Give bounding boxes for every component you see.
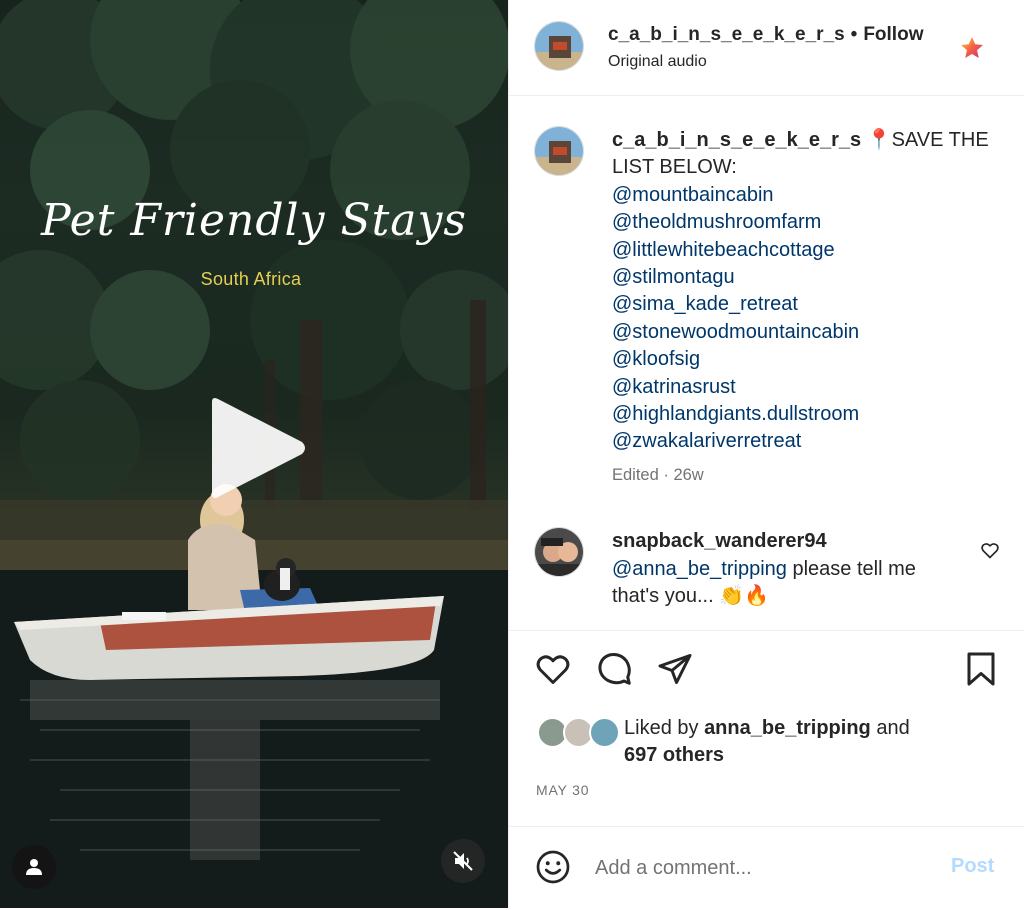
user-tag-icon	[26, 859, 42, 875]
bookmark-icon[interactable]	[963, 651, 999, 687]
caption-mention[interactable]: @mountbaincabin	[612, 182, 1007, 209]
mute-icon	[453, 851, 473, 871]
caption-meta: Edited · 26w	[612, 466, 704, 484]
header-username-line: c_a_b_i_n_s_e_e_k_e_r_s • Follow	[608, 24, 943, 46]
comment-icon[interactable]	[597, 651, 633, 687]
tagged-users-button[interactable]	[12, 845, 56, 889]
comment-item: snapback_wanderer94 @anna_be_tripping pl…	[509, 510, 1024, 630]
post-actions: Liked by anna_be_tripping and 697 others…	[509, 630, 1024, 826]
likes-summary: Liked by anna_be_tripping and 697 others	[624, 715, 984, 769]
emoji-icon[interactable]	[535, 849, 571, 885]
share-icon[interactable]	[657, 651, 693, 687]
liker-avatar	[589, 717, 620, 748]
comment-text: snapback_wanderer94 @anna_be_tripping pl…	[612, 528, 962, 611]
star-icon	[961, 37, 983, 58]
likes-middle: and	[870, 717, 910, 739]
caption-mention[interactable]: @theoldmushroomfarm	[612, 209, 1007, 236]
likers-avatars[interactable]	[537, 717, 620, 751]
pin-emoji: 📍	[866, 129, 892, 151]
follow-button[interactable]: Follow	[863, 24, 923, 45]
comment-input[interactable]	[595, 853, 925, 883]
likes-prefix: Liked by	[624, 717, 705, 739]
add-comment-bar: Post	[509, 826, 1024, 908]
liker-username[interactable]: anna_be_tripping	[704, 717, 871, 739]
caption-mention[interactable]: @sima_kade_retreat	[612, 291, 1007, 318]
play-icon	[212, 398, 305, 498]
likes-others-link[interactable]: 697 others	[624, 744, 724, 766]
post-date: MAY 30	[536, 782, 590, 798]
post-comment-button[interactable]: Post	[951, 855, 994, 878]
reel-subtitle-text: South Africa	[200, 269, 302, 289]
mute-toggle-button[interactable]	[441, 839, 485, 883]
original-audio-link[interactable]: Original audio	[608, 53, 707, 71]
author-avatar[interactable]	[534, 21, 584, 71]
post-details-panel: c_a_b_i_n_s_e_e_k_e_r_s • Follow Original …	[508, 0, 1024, 908]
comment-like-heart-icon[interactable]	[980, 540, 1000, 560]
caption-mention[interactable]: @stonewoodmountaincabin	[612, 319, 1007, 346]
caption-username[interactable]: c_a_b_i_n_s_e_e_k_e_r_s	[612, 129, 861, 151]
comment-mention[interactable]: @anna_be_tripping	[612, 558, 787, 580]
caption-mention[interactable]: @highlandgiants.dullstroom	[612, 401, 1007, 428]
caption-text: c_a_b_i_n_s_e_e_k_e_r_s 📍SAVE THE LIST B…	[612, 127, 1007, 456]
reel-title-text: Pet Friendly Stays	[41, 195, 467, 246]
commenter-avatar[interactable]	[534, 527, 584, 577]
post-header: c_a_b_i_n_s_e_e_k_e_r_s • Follow Original …	[509, 0, 1024, 96]
commenter-username[interactable]: snapback_wanderer94	[612, 530, 827, 552]
caption-mention[interactable]: @littlewhitebeachcottage	[612, 237, 1007, 264]
caption-mention[interactable]: @kloofsig	[612, 346, 1007, 373]
reel-media[interactable]: Pet Friendly Stays South Africa	[0, 0, 508, 908]
caption-mention[interactable]: @katrinasrust	[612, 374, 1007, 401]
play-button[interactable]	[204, 396, 308, 500]
header-separator: •	[850, 24, 858, 45]
heart-icon[interactable]	[535, 651, 571, 687]
caption-author-avatar[interactable]	[534, 126, 584, 176]
caption-mention[interactable]: @zwakalariverretreat	[612, 428, 1007, 455]
header-username[interactable]: c_a_b_i_n_s_e_e_k_e_r_s	[608, 24, 845, 45]
caption-mention[interactable]: @stilmontagu	[612, 264, 1007, 291]
